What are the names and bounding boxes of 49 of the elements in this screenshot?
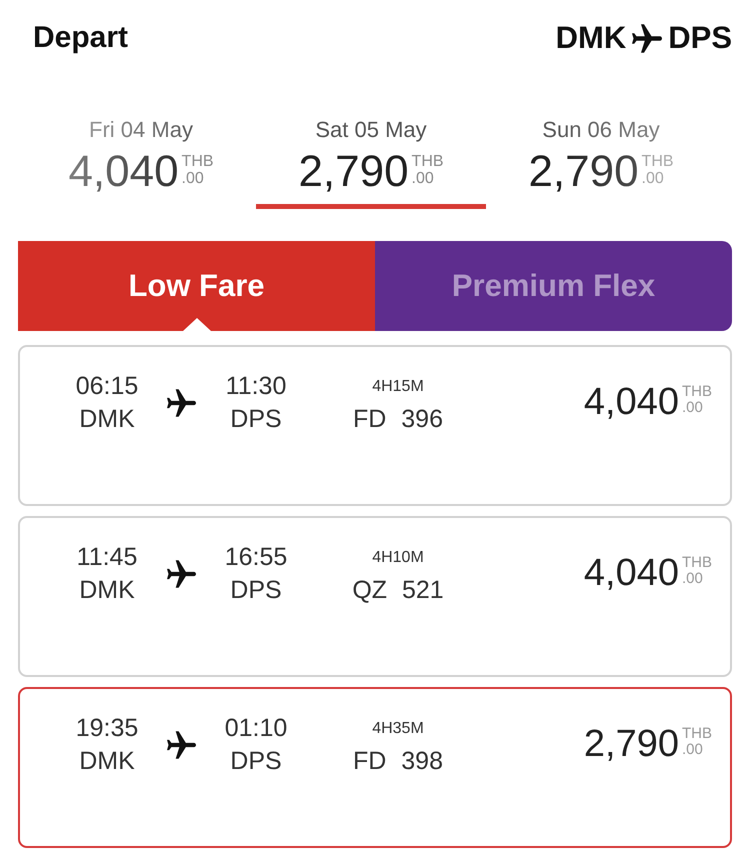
arrival-time: 16:55	[224, 542, 288, 573]
fare-price: 4,040	[584, 553, 679, 593]
origin-code: DMK	[79, 575, 135, 606]
flight-duration: 4H10M	[372, 548, 424, 568]
origin-code: DMK	[79, 404, 135, 435]
cents-label: .00	[642, 170, 665, 187]
destination-code: DPS	[230, 746, 282, 777]
fare-tab[interactable]: Premium Flex	[375, 241, 732, 331]
currency-label: THB	[682, 726, 712, 742]
page-title: Depart	[33, 21, 128, 55]
currency-label: THB	[682, 555, 712, 571]
fare-tab[interactable]: Low Fare	[18, 241, 375, 331]
currency-label: THB	[412, 153, 444, 170]
date-price: 2,790	[298, 148, 409, 196]
flight-number: FD 398	[353, 746, 443, 777]
fare-price: 2,790	[584, 724, 679, 764]
plane-icon	[166, 731, 196, 759]
arrival-time: 11:30	[226, 371, 286, 402]
flight-number: QZ 521	[352, 575, 444, 606]
date-label: Fri 04 May	[89, 117, 193, 143]
flight-duration: 4H35M	[372, 719, 424, 739]
currency-label: THB	[682, 384, 712, 400]
arrival-time: 01:10	[224, 713, 288, 744]
destination-code: DPS	[668, 20, 732, 56]
departure-time: 06:15	[76, 371, 138, 402]
date-label: Sat 05 May	[315, 117, 427, 143]
plane-icon	[632, 24, 662, 52]
destination-code: DPS	[230, 575, 282, 606]
origin-code: DMK	[556, 20, 626, 56]
cents-label: .00	[182, 170, 205, 187]
cents-label: .00	[682, 742, 704, 758]
date-price: 4,040	[68, 148, 179, 196]
plane-icon	[166, 389, 196, 417]
cents-label: .00	[682, 571, 704, 587]
triangle-pointer-icon	[182, 318, 210, 331]
cents-label: .00	[682, 400, 704, 416]
fare-price: 4,040	[584, 382, 679, 422]
date-label: Sun 06 May	[542, 117, 660, 143]
currency-label: THB	[642, 153, 674, 170]
destination-code: DPS	[230, 404, 282, 435]
flight-number: FD 396	[353, 404, 443, 435]
departure-time: 11:45	[76, 542, 138, 573]
origin-code: DMK	[79, 746, 135, 777]
plane-icon	[166, 560, 196, 588]
flight-duration: 4H15M	[372, 377, 424, 397]
date-price: 2,790	[528, 148, 639, 196]
departure-time: 19:35	[76, 713, 138, 744]
cents-label: .00	[412, 170, 435, 187]
currency-label: THB	[182, 153, 214, 170]
